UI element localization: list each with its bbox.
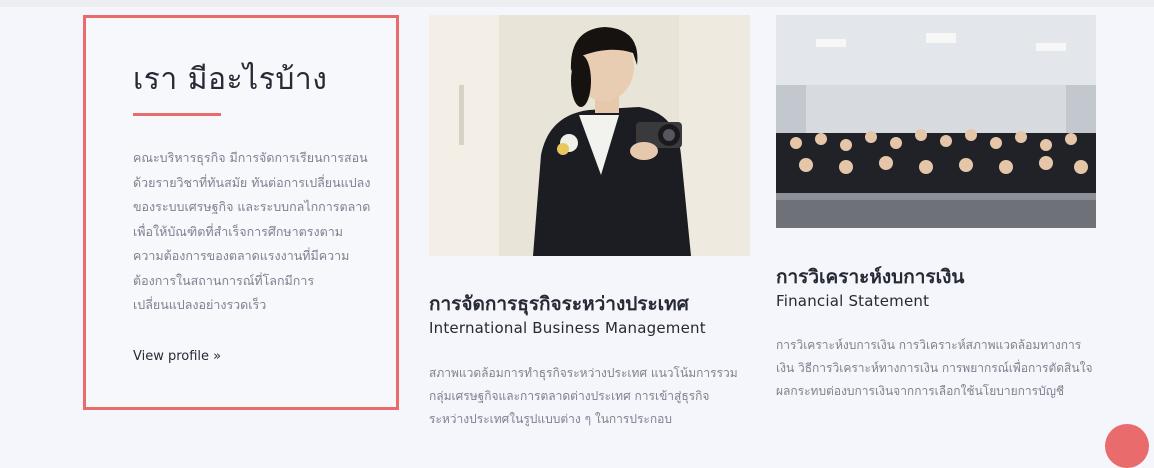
scroll-to-top-button[interactable]: [1105, 424, 1149, 468]
course-image-photographer: [429, 15, 750, 256]
course-description: สภาพแวดล้อมการทำธุรกิจระหว่างประเทศ แนวโ…: [429, 366, 738, 426]
intro-card: เรา มีอะไรบ้าง คณะบริหารธุรกิจ มีการจัดก…: [83, 15, 399, 410]
course-subtitle: International Business Management: [429, 319, 706, 337]
course-title[interactable]: การวิเคราะห์งบการเงิน: [776, 262, 964, 292]
course-subtitle: Financial Statement: [776, 292, 930, 310]
view-profile-link[interactable]: View profile »: [133, 349, 221, 364]
course-image-classroom: [776, 15, 1096, 228]
title-underline: [133, 113, 221, 116]
intro-title: เรา มีอะไรบ้าง: [133, 62, 328, 97]
course-description: การวิเคราะห์งบการเงิน การวิเคราะห์สภาพแว…: [776, 338, 1093, 398]
intro-description: คณะบริหารธุรกิจ มีการจัดการเรียนการสอนด้…: [133, 150, 371, 312]
course-title[interactable]: การจัดการธุรกิจระหว่างประเทศ: [429, 289, 689, 319]
top-bar: [0, 0, 1154, 7]
